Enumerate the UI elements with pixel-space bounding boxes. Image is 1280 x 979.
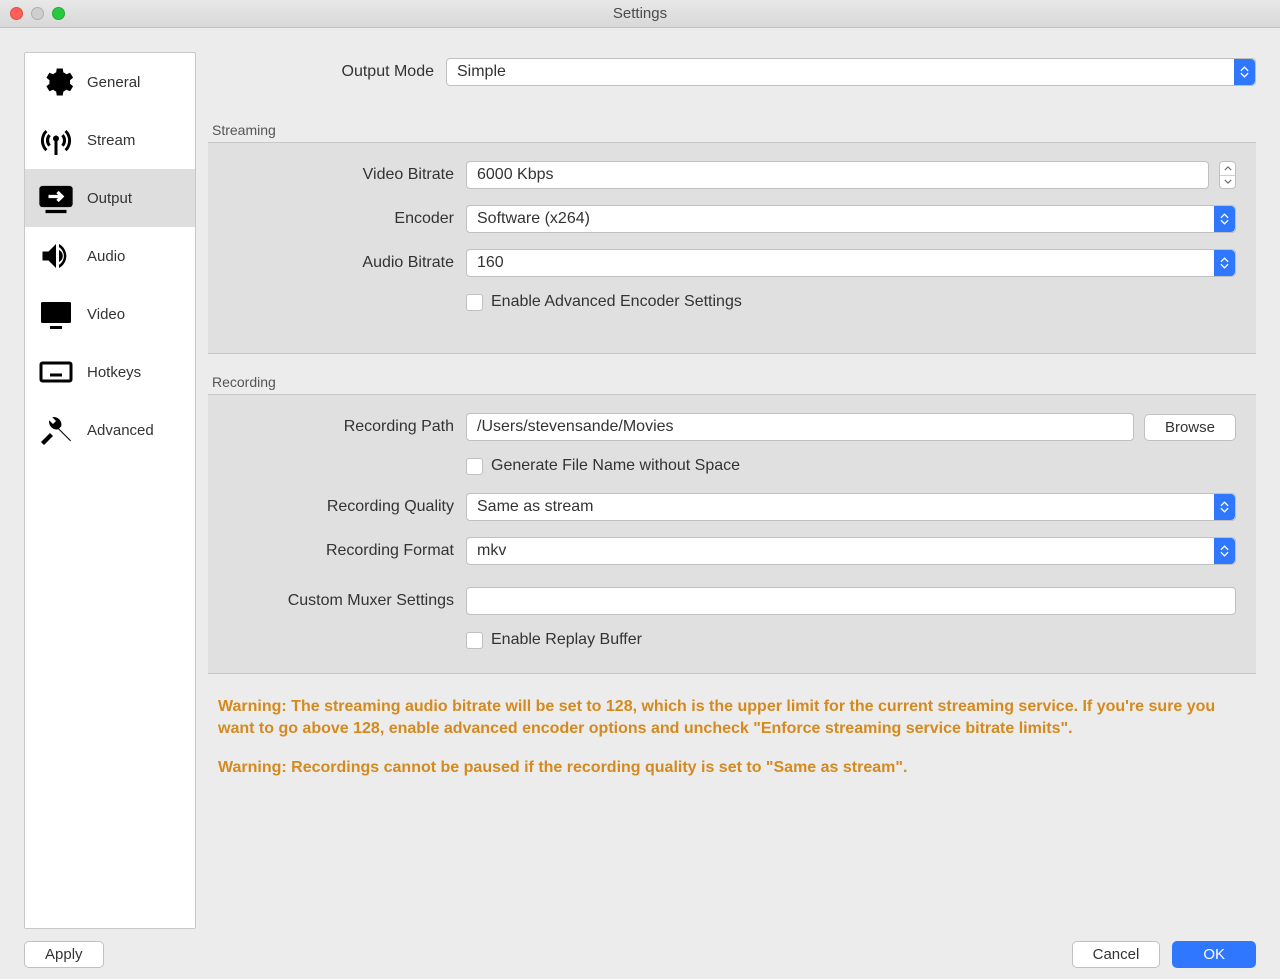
browse-button[interactable]: Browse xyxy=(1144,414,1236,441)
custom-muxer-input[interactable] xyxy=(466,587,1236,615)
close-window-button[interactable] xyxy=(10,7,23,20)
output-mode-select[interactable]: Simple xyxy=(446,58,1256,86)
chevron-updown-icon xyxy=(1234,59,1255,85)
enable-replay-buffer-label: Enable Replay Buffer xyxy=(491,631,642,649)
gear-icon xyxy=(37,63,75,101)
antenna-icon xyxy=(37,121,75,159)
ok-button[interactable]: OK xyxy=(1172,941,1256,968)
traffic-lights xyxy=(0,7,65,20)
sidebar-item-output[interactable]: Output xyxy=(25,169,195,227)
keyboard-icon xyxy=(37,353,75,391)
sidebar-item-label: Output xyxy=(87,190,132,207)
video-bitrate-label: Video Bitrate xyxy=(228,166,466,184)
encoder-select[interactable]: Software (x264) xyxy=(466,205,1236,233)
sidebar-item-advanced[interactable]: Advanced xyxy=(25,401,195,459)
warning-text: Warning: Recordings cannot be paused if … xyxy=(218,757,1246,779)
speaker-icon xyxy=(37,237,75,275)
audio-bitrate-select[interactable]: 160 xyxy=(466,249,1236,277)
chevron-updown-icon xyxy=(1214,494,1235,520)
output-mode-label: Output Mode xyxy=(208,63,446,81)
sidebar-item-hotkeys[interactable]: Hotkeys xyxy=(25,343,195,401)
enable-advanced-encoder-checkbox[interactable] xyxy=(466,294,483,311)
cancel-button[interactable]: Cancel xyxy=(1072,941,1161,968)
recording-quality-select[interactable]: Same as stream xyxy=(466,493,1236,521)
sidebar-item-label: General xyxy=(87,74,140,91)
recording-panel: Recording Path /Users/stevensande/Movies… xyxy=(208,394,1256,674)
chevron-updown-icon xyxy=(1214,206,1235,232)
chevron-updown-icon xyxy=(1214,250,1235,276)
monitor-output-icon xyxy=(37,179,75,217)
enable-advanced-encoder-label: Enable Advanced Encoder Settings xyxy=(491,293,742,311)
recording-format-select[interactable]: mkv xyxy=(466,537,1236,565)
video-bitrate-stepper[interactable] xyxy=(1219,161,1236,189)
custom-muxer-label: Custom Muxer Settings xyxy=(228,592,466,610)
sidebar-item-label: Audio xyxy=(87,248,125,265)
minimize-window-button[interactable] xyxy=(31,7,44,20)
video-bitrate-input[interactable]: 6000 Kbps xyxy=(466,161,1209,189)
sidebar-item-stream[interactable]: Stream xyxy=(25,111,195,169)
sidebar-item-general[interactable]: General xyxy=(25,53,195,111)
streaming-panel: Video Bitrate 6000 Kbps Encoder Software… xyxy=(208,142,1256,354)
footer: Apply Cancel OK xyxy=(0,929,1280,979)
encoder-label: Encoder xyxy=(228,210,466,228)
recording-path-label: Recording Path xyxy=(228,418,466,436)
main-panel: Output Mode Simple Streaming Video Bitra… xyxy=(208,52,1256,929)
sidebar-item-label: Hotkeys xyxy=(87,364,141,381)
monitor-icon xyxy=(37,295,75,333)
recording-path-input[interactable]: /Users/stevensande/Movies xyxy=(466,413,1134,441)
stepper-up-icon[interactable] xyxy=(1220,162,1235,176)
maximize-window-button[interactable] xyxy=(52,7,65,20)
sidebar-item-label: Advanced xyxy=(87,422,154,439)
sidebar-item-audio[interactable]: Audio xyxy=(25,227,195,285)
tools-icon xyxy=(37,411,75,449)
recording-quality-label: Recording Quality xyxy=(228,498,466,516)
audio-bitrate-label: Audio Bitrate xyxy=(228,254,466,272)
stepper-down-icon[interactable] xyxy=(1220,176,1235,189)
sidebar-item-video[interactable]: Video xyxy=(25,285,195,343)
sidebar-item-label: Video xyxy=(87,306,125,323)
warnings-area: Warning: The streaming audio bitrate wil… xyxy=(208,696,1256,797)
section-title-streaming: Streaming xyxy=(212,122,1256,138)
filename-no-space-label: Generate File Name without Space xyxy=(491,457,740,475)
recording-format-label: Recording Format xyxy=(228,542,466,560)
section-title-recording: Recording xyxy=(212,374,1256,390)
sidebar: General Stream Output Audio Video xyxy=(24,52,196,929)
apply-button[interactable]: Apply xyxy=(24,941,104,968)
chevron-updown-icon xyxy=(1214,538,1235,564)
enable-replay-buffer-checkbox[interactable] xyxy=(466,632,483,649)
sidebar-item-label: Stream xyxy=(87,132,135,149)
warning-text: Warning: The streaming audio bitrate wil… xyxy=(218,696,1246,739)
filename-no-space-checkbox[interactable] xyxy=(466,458,483,475)
window-title: Settings xyxy=(0,5,1280,22)
title-bar: Settings xyxy=(0,0,1280,28)
